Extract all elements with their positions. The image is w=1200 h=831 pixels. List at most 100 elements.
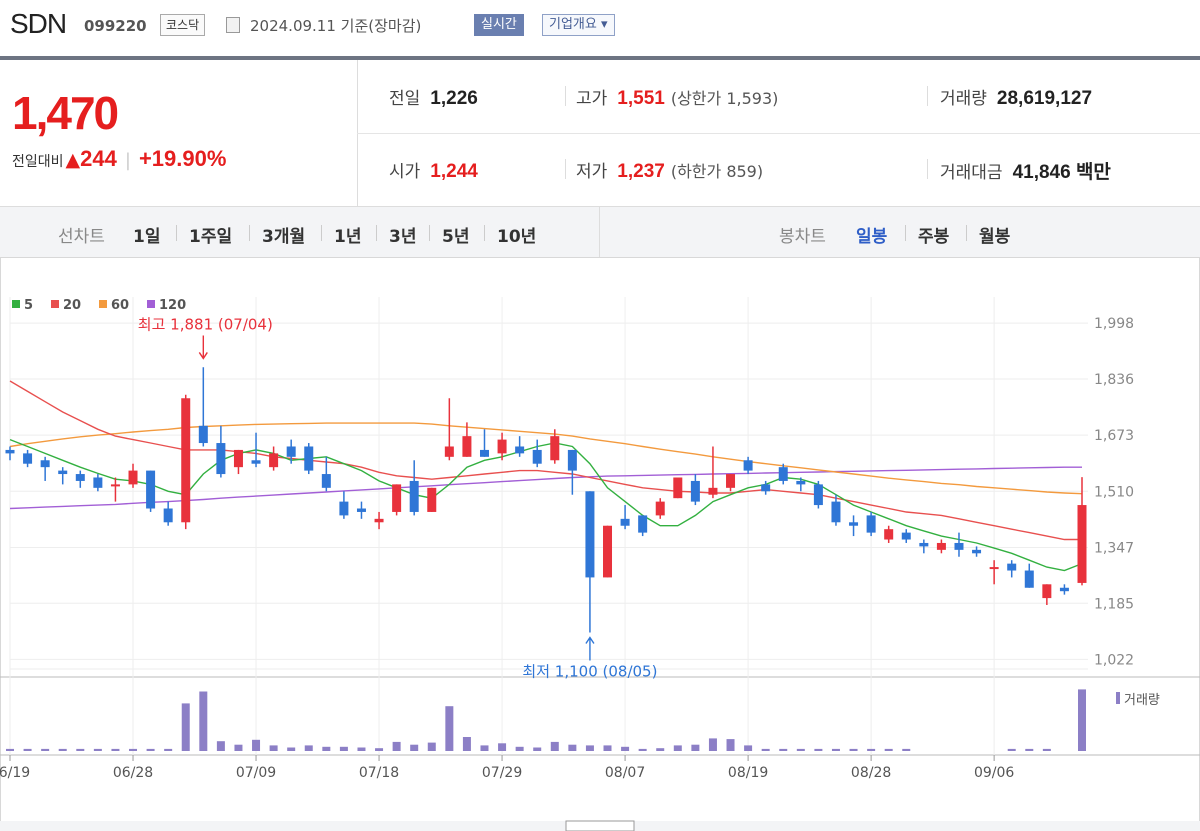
volume-bar [515,746,524,751]
legend-swatch [147,300,155,308]
candle-up [989,567,999,570]
legend-label: 60 [111,298,129,313]
candle-down [849,522,859,526]
volume-bar [462,737,471,751]
x-tick-label: 07/29 [482,765,522,781]
scroll-handle [565,820,635,831]
volume-bar [498,743,507,751]
candle-down [339,501,349,516]
tab-3m[interactable]: 3개월 [262,222,305,247]
tab-5y[interactable]: 5년 [442,222,469,247]
tab-1w[interactable]: 1주일 [189,222,232,247]
volume-bar [656,748,665,751]
change-percent: +19.90% [138,146,227,171]
volume-bar [392,741,401,751]
change-amount: 244 [80,146,117,171]
candle-down [163,508,173,523]
volume-bar [41,748,50,751]
up-arrow-icon: ▲ [65,149,81,171]
candle-down [58,470,68,475]
realtime-button[interactable]: 실시간 [474,14,524,36]
candle-up [497,439,507,454]
candle-up [550,436,560,461]
tab-1d[interactable]: 1일 [133,222,160,247]
candle-down [1059,587,1069,592]
volume-bar [269,745,278,751]
volume-bar [603,745,612,751]
volume-legend-swatch [1116,692,1120,704]
volume-bar [146,748,155,751]
candle-up [603,525,613,578]
volume-bar [1007,748,1016,751]
legend-label: 20 [63,298,81,313]
tab-3y[interactable]: 3년 [389,222,416,247]
candle-down [567,449,577,471]
volume-bar [287,747,296,751]
change-label: 전일대비 [12,154,64,170]
tab-separator [376,225,377,241]
volume-bar [1042,748,1051,751]
tab-separator [429,225,430,241]
candle-down [585,491,595,578]
stat-divider [927,86,928,106]
candle-down [831,501,841,523]
y-tick-label: 1,836 [1094,372,1134,388]
stats-row-1: 전일 1,226 고가 1,551 (상한가 1,593) 거래량 28,619,127 [357,60,1200,134]
stat-divider [565,86,566,106]
day-low: 저가 1,237 (하한가 859) [576,161,764,182]
legend-swatch [51,300,59,308]
x-tick-label: 08/07 [605,765,645,781]
candle-chart-label: 봉차트 [779,227,826,247]
tab-monthly[interactable]: 월봉 [979,222,1010,247]
candle-up [655,501,665,516]
candle-down [286,446,296,457]
volume-bar [867,748,876,751]
candle-up [673,477,683,499]
candle-down [761,484,771,492]
candlestick-chart[interactable]: 1,022 1,185 1,347 1,510 1,673 1,836 1,998 06/19… [0,257,1200,831]
candle-down [304,446,314,471]
y-tick-label: 1,347 [1094,540,1134,556]
volume-bar [199,691,208,751]
candle-up [374,518,384,523]
candle-down [866,515,876,533]
candle-down [813,484,823,506]
stats-table: 전일 1,226 고가 1,551 (상한가 1,593) 거래량 28,619,127… [357,60,1200,207]
tab-10y[interactable]: 10년 [497,222,536,247]
trade-amount: 거래대금 41,846 백만 [940,162,1111,183]
tab-weekly[interactable]: 주봉 [918,222,949,247]
volume-bar [216,741,225,751]
candle-up [1077,505,1087,583]
x-tick-label: 09/06 [974,765,1014,781]
candle-down [409,480,419,512]
candle-up [269,453,279,468]
candle-down [1007,563,1017,571]
candle-down [40,460,50,468]
volume-bar [1078,689,1086,751]
x-tick-label: 06/19 [0,765,30,781]
candle-down [743,460,753,471]
volume-bar [884,748,893,751]
tab-1y[interactable]: 1년 [334,222,361,247]
candle-down [75,474,85,481]
volume-bar [129,748,138,751]
tab-daily[interactable]: 일봉 [856,222,887,247]
volume-bar [164,748,173,751]
y-tick-label: 1,510 [1094,484,1134,500]
y-tick-label: 1,185 [1094,596,1134,612]
volume-bar [357,747,366,751]
change-separator: | [124,150,131,171]
volume-bar [831,748,840,751]
volume-bar [568,744,577,751]
volume-bar [375,748,384,751]
candle-up [462,436,472,457]
stock-name: SDN [10,8,67,39]
volume-bar [533,747,542,751]
volume: 거래량 28,619,127 [940,88,1093,109]
volume-bar [234,744,243,751]
company-info-dropdown[interactable]: 기업개요 ▾ [542,14,615,36]
chart-frame [0,257,1200,826]
candle-down [198,425,208,444]
volume-bar [761,748,770,751]
candle-down [93,477,103,488]
